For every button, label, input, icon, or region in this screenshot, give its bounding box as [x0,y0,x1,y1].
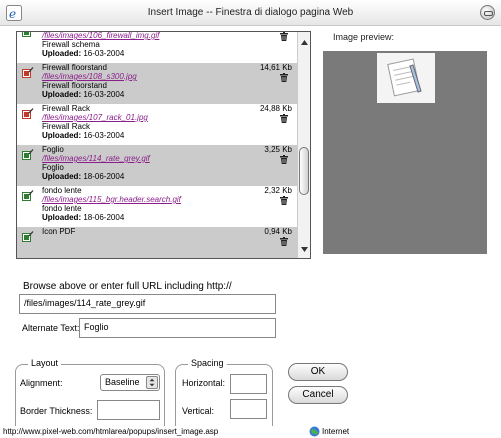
uploaded-date: 16-03-2004 [83,49,125,58]
trash-icon[interactable] [280,237,288,246]
url-hint: Browse above or enter full URL including… [23,281,232,292]
gif-file-icon [22,231,34,242]
file-caption: Firewall schema [42,40,100,49]
status-bar: http://www.pixel-web.com/htmlarea/popups… [0,426,501,438]
spacing-legend: Spacing [188,358,227,368]
layout-legend: Layout [28,358,62,368]
file-name: Firewall floorstand [42,63,107,72]
security-zone: Internet [322,427,350,436]
file-size: 0,94 Kb [264,227,292,236]
horizontal-label: Horizontal: [182,378,226,388]
window-title: Insert Image -- Finestra di dialogo pagi… [147,7,354,18]
file-name: Icon PDF [42,227,76,236]
uploaded-label: Uploaded: [42,172,82,181]
file-caption: Foglio [42,163,64,172]
gif-file-icon [22,149,34,160]
horizontal-spacing-input[interactable] [230,374,267,394]
uploaded-label: Uploaded: [42,131,82,140]
file-path-link[interactable]: /files/images/115_bgr.header.search.gif [42,195,298,204]
file-row[interactable]: Foglio/files/images/114_rate_grey.gif Fog… [17,145,298,186]
file-path-link[interactable]: /files/images/107_rack_01.jpg [42,113,298,122]
gif-file-icon [22,190,34,201]
jpg-file-icon [22,108,34,119]
uploaded-date: 18-06-2004 [83,172,125,181]
file-caption: Firewall Rack [42,122,91,131]
file-size: 14,61 Kb [259,63,292,72]
url-input[interactable]: /files/images/114_rate_grey.gif [19,294,276,314]
alt-text-input[interactable]: Foglio [79,318,276,338]
trash-icon[interactable] [280,32,288,41]
border-thickness-input[interactable] [97,400,160,420]
scroll-down-arrow-icon[interactable] [300,245,309,254]
image-preview [323,51,487,254]
alignment-value: Baseline [105,377,140,387]
vertical-label: Vertical: [182,406,215,416]
uploaded-label: Uploaded: [42,49,82,58]
uploaded-label: Uploaded: [42,90,82,99]
ok-button[interactable]: OK [288,363,348,381]
gif-file-icon [22,32,31,37]
file-name: Foglio [42,145,64,154]
file-size: 2,32 Kb [264,186,292,195]
alignment-select[interactable]: Baseline [100,374,160,391]
trash-icon[interactable] [280,114,288,123]
jpg-file-icon [22,67,34,78]
select-arrows-icon [146,376,158,389]
uploaded-date: 16-03-2004 [83,131,125,140]
alt-text-label: Alternate Text: [22,323,80,333]
trash-icon[interactable] [280,73,288,82]
file-row[interactable]: Icon PDF 0,94 Kb [17,227,298,258]
file-path-link[interactable]: /files/images/114_rate_grey.gif [42,154,298,163]
cancel-button[interactable]: Cancel [288,386,348,404]
globe-icon [309,426,320,437]
document-thumbnail-icon [377,53,435,103]
file-caption: Firewall floorstand [42,81,107,90]
title-bar: e Insert Image -- Finestra di dialogo pa… [0,0,501,26]
alignment-label: Alignment: [20,378,63,388]
file-row[interactable]: Firewall Rack/files/images/107_rack_01.j… [17,104,298,145]
uploaded-label: Uploaded: [42,213,82,222]
status-url: http://www.pixel-web.com/htmlarea/popups… [3,427,219,436]
file-name: Firewall Rack [42,104,91,113]
uploaded-date: 16-03-2004 [83,90,125,99]
file-list[interactable]: Firewall/files/images/106_firewall_img.g… [16,31,311,259]
uploaded-date: 18-06-2004 [83,213,125,222]
file-row[interactable]: fondo lente/files/images/115_bgr.header.… [17,186,298,227]
trash-icon[interactable] [280,155,288,164]
file-row[interactable]: Firewall floorstand/files/images/108_s30… [17,63,298,104]
file-caption: fondo lente [42,204,82,213]
vertical-spacing-input[interactable] [230,399,267,419]
file-path-link[interactable]: /files/images/108_s300.jpg [42,72,298,81]
scroll-thumb[interactable] [299,147,309,195]
trash-icon[interactable] [280,196,288,205]
scroll-up-arrow-icon[interactable] [300,38,309,47]
preview-label: Image preview: [333,32,395,42]
close-button[interactable] [480,5,495,20]
file-row[interactable]: Firewall/files/images/106_firewall_img.g… [17,32,298,63]
file-size: 3,25 Kb [264,145,292,154]
file-list-scrollbar[interactable] [297,32,310,258]
file-name: fondo lente [42,186,82,195]
border-thickness-label: Border Thickness: [20,406,93,416]
file-rows: Firewall/files/images/106_firewall_img.g… [17,32,298,258]
file-path-link[interactable]: /files/images/106_firewall_img.gif [42,32,298,40]
file-size: 24,88 Kb [259,104,292,113]
